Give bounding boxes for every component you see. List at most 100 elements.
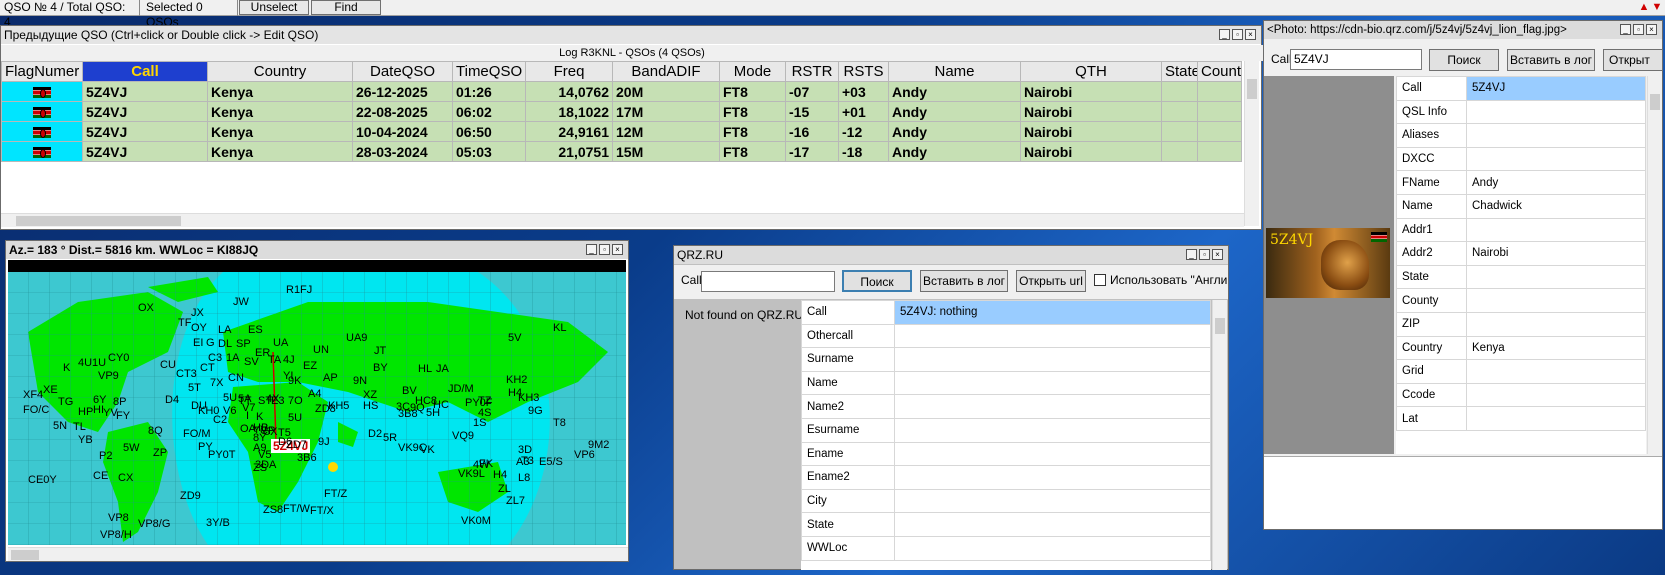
field-row[interactable]: DXCC <box>1396 146 1646 172</box>
col-country[interactable]: Country <box>207 61 353 82</box>
field-value[interactable] <box>1466 311 1646 337</box>
cell-bandadif[interactable]: 17M <box>612 101 720 122</box>
restore-icon[interactable]: ▫ <box>599 244 610 255</box>
field-row[interactable]: County <box>1396 288 1646 313</box>
field-value[interactable] <box>894 535 1211 561</box>
field-row[interactable]: Ename <box>801 441 1211 467</box>
cell-dateqso[interactable]: 26-12-2025 <box>352 81 453 102</box>
field-row[interactable]: Ccode <box>1396 382 1646 408</box>
cell-name[interactable]: Andy <box>888 101 1021 122</box>
field-value[interactable] <box>894 465 1211 490</box>
cell-freq[interactable]: 24,9161 <box>525 121 613 142</box>
cell-call[interactable]: 5Z4VJ <box>82 81 208 102</box>
cell-bandadif[interactable]: 12M <box>612 121 720 142</box>
field-row[interactable]: Name2 <box>801 394 1211 419</box>
cell-mode[interactable]: FT8 <box>719 101 786 122</box>
cell-timeqso[interactable]: 06:02 <box>452 101 526 122</box>
field-value[interactable] <box>894 347 1211 372</box>
table-row[interactable]: 5Z4VJ Kenya 10-04-2024 06:50 24,9161 12M FT8 -1… <box>1 121 1242 142</box>
cell-state[interactable] <box>1161 141 1198 162</box>
world-map[interactable]: 5Z4VJ OX JW R1FJ JX TF OY LA ES KL EI G DL SP UA UA9 CY… <box>8 272 626 545</box>
qrz-open-url-button[interactable]: Открыть url <box>1016 270 1086 292</box>
cell-timeqso[interactable]: 06:50 <box>452 121 526 142</box>
field-row[interactable]: State <box>1396 264 1646 290</box>
field-row[interactable]: Name Chadwick <box>1396 193 1646 219</box>
field-row[interactable]: ZIP <box>1396 311 1646 337</box>
minimize-icon[interactable]: _ <box>1620 24 1631 35</box>
field-row[interactable]: Addr2 Nairobi <box>1396 241 1646 266</box>
field-row[interactable]: Lat <box>1396 406 1646 431</box>
flag-cell[interactable] <box>1 101 83 122</box>
col-rsts[interactable]: RSTS <box>838 61 889 82</box>
cell-call[interactable]: 5Z4VJ <box>82 121 208 142</box>
field-value[interactable] <box>1466 288 1646 313</box>
minimize-icon[interactable]: _ <box>586 244 597 255</box>
field-row[interactable]: State <box>801 512 1211 537</box>
table-row[interactable]: 5Z4VJ Kenya 28-03-2024 05:03 21,0751 15M FT8 -1… <box>1 141 1242 162</box>
field-row[interactable]: Ename2 <box>801 465 1211 490</box>
table-row[interactable]: 5Z4VJ Kenya 26-12-2025 01:26 14,0762 20M FT8 -0… <box>1 81 1242 102</box>
photo-vscroll[interactable] <box>1647 76 1662 454</box>
field-value[interactable] <box>894 370 1211 396</box>
cell-dateqso[interactable]: 22-08-2025 <box>352 101 453 122</box>
col-mode[interactable]: Mode <box>719 61 786 82</box>
cell-state[interactable] <box>1161 81 1198 102</box>
cell-dateqso[interactable]: 10-04-2024 <box>352 121 453 142</box>
cell-rsts[interactable]: +03 <box>838 81 889 102</box>
qrz-vscroll[interactable] <box>1212 300 1227 570</box>
scroll-down-icon[interactable]: ▼ <box>1651 1 1663 14</box>
cell-call[interactable]: 5Z4VJ <box>82 141 208 162</box>
field-value[interactable] <box>894 488 1211 514</box>
field-value[interactable]: Nairobi <box>1466 241 1646 266</box>
cell-rsts[interactable]: -18 <box>838 141 889 162</box>
cell-country[interactable]: Kenya <box>207 101 353 122</box>
photo-open-button[interactable]: Открыт <box>1603 49 1663 71</box>
field-value[interactable]: Andy <box>1466 170 1646 195</box>
col-freq[interactable]: Freq <box>525 61 613 82</box>
cell-name[interactable]: Andy <box>888 121 1021 142</box>
minimize-icon[interactable]: _ <box>1219 29 1230 40</box>
field-value[interactable] <box>894 323 1211 349</box>
col-dateqso[interactable]: DateQSO <box>352 61 453 82</box>
close-icon[interactable]: × <box>1212 249 1223 260</box>
cell-dateqso[interactable]: 28-03-2024 <box>352 141 453 162</box>
log-hscroll[interactable] <box>1 213 1244 227</box>
photo-insert-button[interactable]: Вставить в лог <box>1507 49 1595 71</box>
field-row[interactable]: City <box>801 488 1211 514</box>
close-icon[interactable]: × <box>1646 24 1657 35</box>
restore-icon[interactable]: ▫ <box>1232 29 1243 40</box>
field-value[interactable] <box>1466 99 1646 125</box>
cell-qth[interactable]: Nairobi <box>1020 101 1162 122</box>
col-bandadif[interactable]: BandADIF <box>612 61 720 82</box>
cell-freq[interactable]: 21,0751 <box>525 141 613 162</box>
field-row[interactable]: WWLoc <box>801 535 1211 561</box>
photo-search-button[interactable]: Поиск <box>1429 49 1499 71</box>
field-row[interactable]: QSL Info <box>1396 99 1646 125</box>
cell-mode[interactable]: FT8 <box>719 121 786 142</box>
field-row[interactable]: Aliases <box>1396 123 1646 148</box>
field-value[interactable]: Chadwick <box>1466 193 1646 219</box>
field-value[interactable] <box>1466 382 1646 408</box>
field-value[interactable] <box>1466 146 1646 172</box>
cell-bandadif[interactable]: 20M <box>612 81 720 102</box>
col-state[interactable]: State <box>1161 61 1198 82</box>
cell-country[interactable]: Kenya <box>207 121 353 142</box>
flag-cell[interactable] <box>1 81 83 102</box>
cell-state[interactable] <box>1161 121 1198 142</box>
field-row[interactable]: Name <box>801 370 1211 396</box>
photo-notes-area[interactable] <box>1264 456 1662 529</box>
col-call[interactable]: Call <box>82 61 208 82</box>
field-value[interactable] <box>1466 217 1646 243</box>
col-rstr[interactable]: RSTR <box>785 61 839 82</box>
cell-name[interactable]: Andy <box>888 81 1021 102</box>
photo-call-input[interactable]: 5Z4VJ <box>1290 49 1422 70</box>
cell-rsts[interactable]: -12 <box>838 121 889 142</box>
close-icon[interactable]: × <box>1245 29 1256 40</box>
close-icon[interactable]: × <box>612 244 623 255</box>
col-county[interactable]: County <box>1197 61 1242 82</box>
cell-rsts[interactable]: +01 <box>838 101 889 122</box>
col-qth[interactable]: QTH <box>1020 61 1162 82</box>
field-row[interactable]: Grid <box>1396 359 1646 384</box>
cell-rstr[interactable]: -16 <box>785 121 839 142</box>
cell-rstr[interactable]: -15 <box>785 101 839 122</box>
